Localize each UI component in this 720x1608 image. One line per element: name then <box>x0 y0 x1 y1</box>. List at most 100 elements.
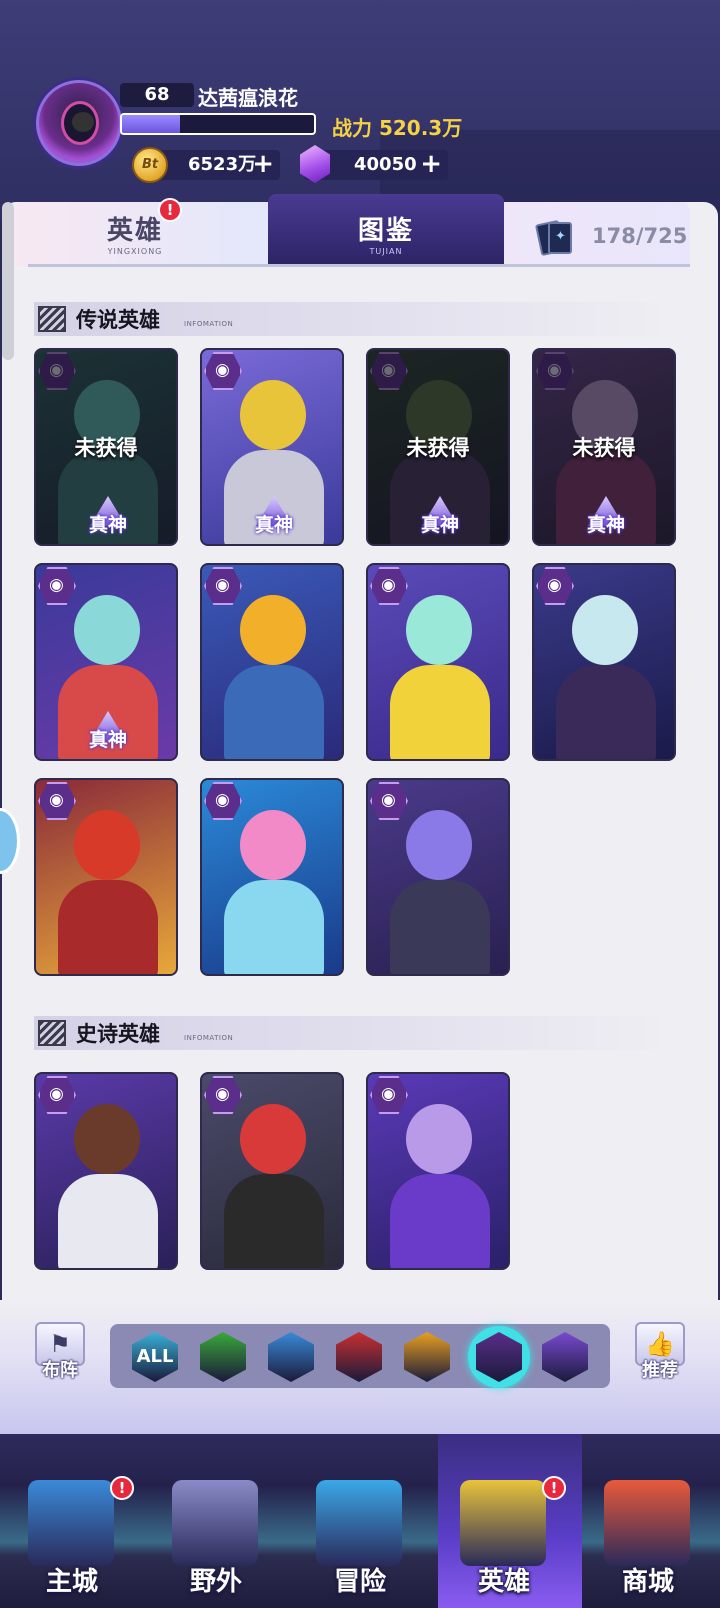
coin-value: 6523万 <box>188 154 257 175</box>
section-title: 史诗英雄 <box>76 1022 160 1046</box>
section-stripes-icon <box>38 306 66 332</box>
true-god-badge: 真神 <box>568 496 644 538</box>
not-obtained-label: 未获得 <box>74 436 138 460</box>
dark-faction-icon <box>370 567 408 605</box>
tab-codex-sub: TUJIAN <box>369 247 403 256</box>
nav-building-icon <box>316 1480 402 1566</box>
dark-faction-icon <box>204 1076 242 1114</box>
formation-button[interactable]: ⚑ 布阵 <box>30 1322 90 1392</box>
nav-building-icon <box>460 1480 546 1566</box>
tab-hero-badge: ! <box>158 198 182 222</box>
tab-divider <box>28 264 690 267</box>
nav-label: 野外 <box>189 1567 242 1597</box>
legend-hero-card[interactable] <box>200 563 344 761</box>
gem-value: 40050 <box>354 154 417 175</box>
hero-portrait <box>240 595 306 665</box>
nav-badge: ! <box>110 1476 134 1500</box>
add-gem-button[interactable]: + <box>420 150 442 178</box>
exp-fill <box>122 115 180 133</box>
section-header-epic: 史诗英雄 INFOMATION <box>34 1016 674 1050</box>
true-god-label: 真神 <box>88 514 127 536</box>
hero-body <box>224 1174 324 1268</box>
nav-item-2[interactable]: 冒险 <box>288 1480 432 1608</box>
legend-hero-card[interactable] <box>532 563 676 761</box>
gem-resource: 40050 + <box>300 145 448 183</box>
collection-count: 178/725 <box>592 224 688 248</box>
epic-hero-card[interactable] <box>34 1072 178 1270</box>
legend-hero-card[interactable]: 真神 <box>34 563 178 761</box>
nav-label: 主城 <box>45 1567 98 1597</box>
hero-body <box>390 665 490 759</box>
hero-portrait <box>406 1104 472 1174</box>
legend-hero-card[interactable] <box>366 563 510 761</box>
dark-faction-icon <box>370 782 408 820</box>
legend-hero-card[interactable]: 未获得真神 <box>34 348 178 546</box>
nav-badge: ! <box>542 1476 566 1500</box>
hero-portrait <box>406 810 472 880</box>
hero-portrait <box>74 810 140 880</box>
section-title: 传说英雄 <box>76 308 160 332</box>
section-header-legend: 传说英雄 INFOMATION <box>34 302 674 336</box>
nav-item-0[interactable]: 主城! <box>0 1476 144 1608</box>
true-god-badge: 真神 <box>402 496 478 538</box>
player-level: 68 <box>120 83 194 107</box>
hero-body <box>224 665 324 759</box>
nav-building-icon <box>604 1480 690 1566</box>
nav-item-1[interactable]: 野外 <box>144 1480 288 1608</box>
dark-faction-icon <box>38 782 76 820</box>
legend-hero-card[interactable]: 未获得真神 <box>366 348 510 546</box>
coin-resource: Bt 6523万 + <box>132 147 280 183</box>
dark-faction-icon <box>38 567 76 605</box>
section-stripes-icon <box>38 1020 66 1046</box>
player-name: 达茜瘟浪花 <box>198 86 298 110</box>
exp-bar <box>120 113 316 135</box>
legend-hero-card[interactable] <box>34 778 178 976</box>
nav-item-4[interactable]: 商城 <box>576 1480 720 1608</box>
hero-portrait <box>406 595 472 665</box>
legend-hero-card[interactable]: 真神 <box>200 348 344 546</box>
true-god-label: 真神 <box>586 514 625 536</box>
recommend-button[interactable]: 👍 推荐 <box>630 1322 690 1392</box>
nav-label: 英雄 <box>477 1567 530 1597</box>
section-subtitle: INFOMATION <box>184 1034 234 1042</box>
hero-body <box>556 665 656 759</box>
nav-label: 商城 <box>621 1567 674 1597</box>
formation-label: 布阵 <box>42 1360 78 1381</box>
gem-icon <box>300 145 330 183</box>
coin-icon: Bt <box>132 147 168 183</box>
hero-body <box>390 880 490 974</box>
true-god-label: 真神 <box>420 514 459 536</box>
true-god-badge: 真神 <box>70 711 146 753</box>
tab-codex[interactable]: 图鉴 TUJIAN <box>268 194 504 264</box>
add-coin-button[interactable]: + <box>252 150 274 178</box>
legend-hero-card[interactable] <box>366 778 510 976</box>
legend-hero-card[interactable]: 未获得真神 <box>532 348 676 546</box>
dark-faction-icon <box>38 1076 76 1114</box>
section-subtitle: INFOMATION <box>184 320 234 328</box>
collection-counter: 178/725 <box>534 218 688 258</box>
nav-building-icon <box>172 1480 258 1566</box>
true-god-label: 真神 <box>254 514 293 536</box>
recommend-label: 推荐 <box>642 1360 678 1381</box>
tab-hero-sub: YINGXIONG <box>107 247 163 256</box>
true-god-badge: 真神 <box>70 496 146 538</box>
legend-hero-card[interactable] <box>200 778 344 976</box>
nav-label: 冒险 <box>333 1567 386 1597</box>
dark-faction-icon <box>536 567 574 605</box>
dark-faction-icon <box>204 567 242 605</box>
dark-faction-icon <box>370 1076 408 1114</box>
epic-hero-card[interactable] <box>366 1072 510 1270</box>
hero-portrait <box>74 1104 140 1174</box>
combat-power: 战力 520.3万 <box>332 116 463 140</box>
dark-faction-icon <box>204 782 242 820</box>
panel-scroll-handle[interactable] <box>2 202 14 360</box>
tab-codex-label: 图鉴 <box>357 216 414 246</box>
hero-portrait <box>240 380 306 450</box>
avatar-face <box>61 101 99 145</box>
hero-body <box>58 880 158 974</box>
nav-building-icon <box>28 1480 114 1566</box>
player-avatar[interactable] <box>36 80 122 166</box>
not-obtained-label: 未获得 <box>406 436 470 460</box>
epic-hero-card[interactable] <box>200 1072 344 1270</box>
nav-item-3[interactable]: 英雄! <box>432 1476 576 1608</box>
